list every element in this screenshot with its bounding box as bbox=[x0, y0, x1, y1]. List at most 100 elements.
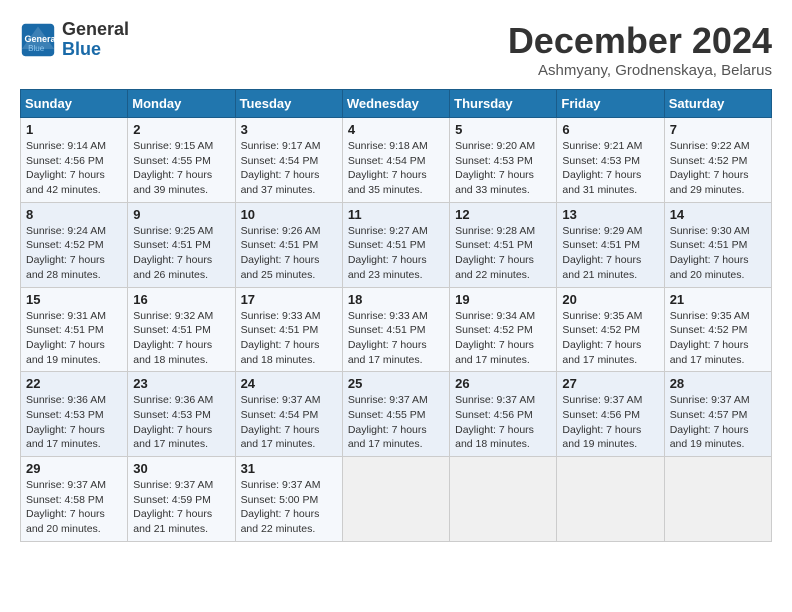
calendar-cell: 29 Sunrise: 9:37 AMSunset: 4:58 PMDayligh… bbox=[21, 457, 128, 542]
logo-icon: General Blue bbox=[20, 22, 56, 58]
day-number: 28 bbox=[670, 376, 766, 391]
day-number: 15 bbox=[26, 292, 122, 307]
calendar-week-row: 8 Sunrise: 9:24 AMSunset: 4:52 PMDaylight… bbox=[21, 202, 772, 287]
day-number: 21 bbox=[670, 292, 766, 307]
calendar-cell: 15 Sunrise: 9:31 AMSunset: 4:51 PMDayligh… bbox=[21, 287, 128, 372]
calendar-cell: 21Sunrise: 9:35 AMSunset: 4:52 PMDayligh… bbox=[664, 287, 771, 372]
day-info: Sunrise: 9:25 AMSunset: 4:51 PMDaylight:… bbox=[133, 224, 229, 283]
day-info: Sunrise: 9:37 AMSunset: 5:00 PMDaylight:… bbox=[241, 478, 337, 537]
day-info: Sunrise: 9:26 AMSunset: 4:51 PMDaylight:… bbox=[241, 224, 337, 283]
calendar-cell: 13 Sunrise: 9:29 AMSunset: 4:51 PMDayligh… bbox=[557, 202, 664, 287]
day-number: 8 bbox=[26, 207, 122, 222]
calendar-cell: 6 Sunrise: 9:21 AMSunset: 4:53 PMDaylight… bbox=[557, 118, 664, 203]
weekday-header: Friday bbox=[557, 90, 664, 118]
calendar-cell: 11 Sunrise: 9:27 AMSunset: 4:51 PMDayligh… bbox=[342, 202, 449, 287]
day-number: 11 bbox=[348, 207, 444, 222]
calendar-cell: 4Sunrise: 9:18 AMSunset: 4:54 PMDaylight… bbox=[342, 118, 449, 203]
calendar-cell: 16Sunrise: 9:32 AMSunset: 4:51 PMDayligh… bbox=[128, 287, 235, 372]
logo-line2: Blue bbox=[62, 40, 129, 60]
day-number: 24 bbox=[241, 376, 337, 391]
calendar-cell: 28 Sunrise: 9:37 AMSunset: 4:57 PMDayligh… bbox=[664, 372, 771, 457]
day-info: Sunrise: 9:36 AMSunset: 4:53 PMDaylight:… bbox=[133, 393, 229, 452]
day-number: 2 bbox=[133, 122, 229, 137]
day-info: Sunrise: 9:34 AMSunset: 4:52 PMDaylight:… bbox=[455, 309, 551, 368]
day-info: Sunrise: 9:21 AMSunset: 4:53 PMDaylight:… bbox=[562, 139, 658, 198]
day-info: Sunrise: 9:20 AMSunset: 4:53 PMDaylight:… bbox=[455, 139, 551, 198]
day-info: Sunrise: 9:28 AMSunset: 4:51 PMDaylight:… bbox=[455, 224, 551, 283]
day-number: 1 bbox=[26, 122, 122, 137]
calendar-cell bbox=[557, 457, 664, 542]
location: Ashmyany, Grodnenskaya, Belarus bbox=[508, 62, 772, 79]
calendar-cell bbox=[664, 457, 771, 542]
calendar-cell: 7Sunrise: 9:22 AMSunset: 4:52 PMDaylight… bbox=[664, 118, 771, 203]
calendar-cell bbox=[450, 457, 557, 542]
weekday-header: Tuesday bbox=[235, 90, 342, 118]
day-number: 27 bbox=[562, 376, 658, 391]
day-info: Sunrise: 9:37 AMSunset: 4:59 PMDaylight:… bbox=[133, 478, 229, 537]
calendar-cell: 9 Sunrise: 9:25 AMSunset: 4:51 PMDaylight… bbox=[128, 202, 235, 287]
weekday-header: Wednesday bbox=[342, 90, 449, 118]
day-info: Sunrise: 9:31 AMSunset: 4:51 PMDaylight:… bbox=[26, 309, 122, 368]
calendar-cell: 3Sunrise: 9:17 AMSunset: 4:54 PMDaylight… bbox=[235, 118, 342, 203]
day-info: Sunrise: 9:37 AMSunset: 4:56 PMDaylight:… bbox=[562, 393, 658, 452]
day-number: 18 bbox=[348, 292, 444, 307]
day-number: 12 bbox=[455, 207, 551, 222]
day-info: Sunrise: 9:37 AMSunset: 4:55 PMDaylight:… bbox=[348, 393, 444, 452]
day-info: Sunrise: 9:37 AMSunset: 4:54 PMDaylight:… bbox=[241, 393, 337, 452]
logo-line1: General bbox=[62, 20, 129, 40]
day-number: 3 bbox=[241, 122, 337, 137]
day-number: 17 bbox=[241, 292, 337, 307]
calendar-cell: 19 Sunrise: 9:34 AMSunset: 4:52 PMDayligh… bbox=[450, 287, 557, 372]
day-number: 13 bbox=[562, 207, 658, 222]
day-number: 26 bbox=[455, 376, 551, 391]
day-info: Sunrise: 9:15 AMSunset: 4:55 PMDaylight:… bbox=[133, 139, 229, 198]
logo: General Blue General Blue bbox=[20, 20, 129, 60]
day-number: 25 bbox=[348, 376, 444, 391]
day-number: 9 bbox=[133, 207, 229, 222]
calendar-cell: 12 Sunrise: 9:28 AMSunset: 4:51 PMDayligh… bbox=[450, 202, 557, 287]
day-info: Sunrise: 9:14 AMSunset: 4:56 PMDaylight:… bbox=[26, 139, 122, 198]
day-info: Sunrise: 9:29 AMSunset: 4:51 PMDaylight:… bbox=[562, 224, 658, 283]
weekday-header: Sunday bbox=[21, 90, 128, 118]
calendar-cell: 26 Sunrise: 9:37 AMSunset: 4:56 PMDayligh… bbox=[450, 372, 557, 457]
calendar-cell: 2 Sunrise: 9:15 AMSunset: 4:55 PMDaylight… bbox=[128, 118, 235, 203]
day-number: 6 bbox=[562, 122, 658, 137]
day-info: Sunrise: 9:33 AMSunset: 4:51 PMDaylight:… bbox=[241, 309, 337, 368]
calendar-header-row: SundayMondayTuesdayWednesdayThursdayFrid… bbox=[21, 90, 772, 118]
calendar-cell: 14Sunrise: 9:30 AMSunset: 4:51 PMDayligh… bbox=[664, 202, 771, 287]
day-info: Sunrise: 9:37 AMSunset: 4:58 PMDaylight:… bbox=[26, 478, 122, 537]
calendar-cell: 1 Sunrise: 9:14 AMSunset: 4:56 PMDaylight… bbox=[21, 118, 128, 203]
calendar-body: 1 Sunrise: 9:14 AMSunset: 4:56 PMDaylight… bbox=[21, 118, 772, 542]
day-info: Sunrise: 9:27 AMSunset: 4:51 PMDaylight:… bbox=[348, 224, 444, 283]
day-info: Sunrise: 9:37 AMSunset: 4:57 PMDaylight:… bbox=[670, 393, 766, 452]
calendar-cell: 5Sunrise: 9:20 AMSunset: 4:53 PMDaylight… bbox=[450, 118, 557, 203]
calendar-cell: 23 Sunrise: 9:36 AMSunset: 4:53 PMDayligh… bbox=[128, 372, 235, 457]
day-number: 29 bbox=[26, 461, 122, 476]
weekday-header: Monday bbox=[128, 90, 235, 118]
calendar-cell: 22 Sunrise: 9:36 AMSunset: 4:53 PMDayligh… bbox=[21, 372, 128, 457]
calendar-week-row: 1 Sunrise: 9:14 AMSunset: 4:56 PMDaylight… bbox=[21, 118, 772, 203]
day-number: 22 bbox=[26, 376, 122, 391]
day-number: 14 bbox=[670, 207, 766, 222]
month-title: December 2024 bbox=[508, 20, 772, 62]
page-header: General Blue General Blue December 2024 … bbox=[20, 20, 772, 79]
day-info: Sunrise: 9:33 AMSunset: 4:51 PMDaylight:… bbox=[348, 309, 444, 368]
calendar-cell: 10Sunrise: 9:26 AMSunset: 4:51 PMDayligh… bbox=[235, 202, 342, 287]
svg-text:Blue: Blue bbox=[28, 44, 45, 53]
calendar-cell: 8 Sunrise: 9:24 AMSunset: 4:52 PMDaylight… bbox=[21, 202, 128, 287]
day-info: Sunrise: 9:35 AMSunset: 4:52 PMDaylight:… bbox=[562, 309, 658, 368]
day-info: Sunrise: 9:18 AMSunset: 4:54 PMDaylight:… bbox=[348, 139, 444, 198]
weekday-header: Saturday bbox=[664, 90, 771, 118]
svg-text:General: General bbox=[25, 34, 57, 44]
day-info: Sunrise: 9:24 AMSunset: 4:52 PMDaylight:… bbox=[26, 224, 122, 283]
day-number: 23 bbox=[133, 376, 229, 391]
day-info: Sunrise: 9:36 AMSunset: 4:53 PMDaylight:… bbox=[26, 393, 122, 452]
day-info: Sunrise: 9:37 AMSunset: 4:56 PMDaylight:… bbox=[455, 393, 551, 452]
calendar-week-row: 15 Sunrise: 9:31 AMSunset: 4:51 PMDayligh… bbox=[21, 287, 772, 372]
calendar-cell: 20Sunrise: 9:35 AMSunset: 4:52 PMDayligh… bbox=[557, 287, 664, 372]
day-number: 19 bbox=[455, 292, 551, 307]
calendar-week-row: 29 Sunrise: 9:37 AMSunset: 4:58 PMDayligh… bbox=[21, 457, 772, 542]
day-info: Sunrise: 9:22 AMSunset: 4:52 PMDaylight:… bbox=[670, 139, 766, 198]
day-number: 31 bbox=[241, 461, 337, 476]
calendar-cell: 27 Sunrise: 9:37 AMSunset: 4:56 PMDayligh… bbox=[557, 372, 664, 457]
